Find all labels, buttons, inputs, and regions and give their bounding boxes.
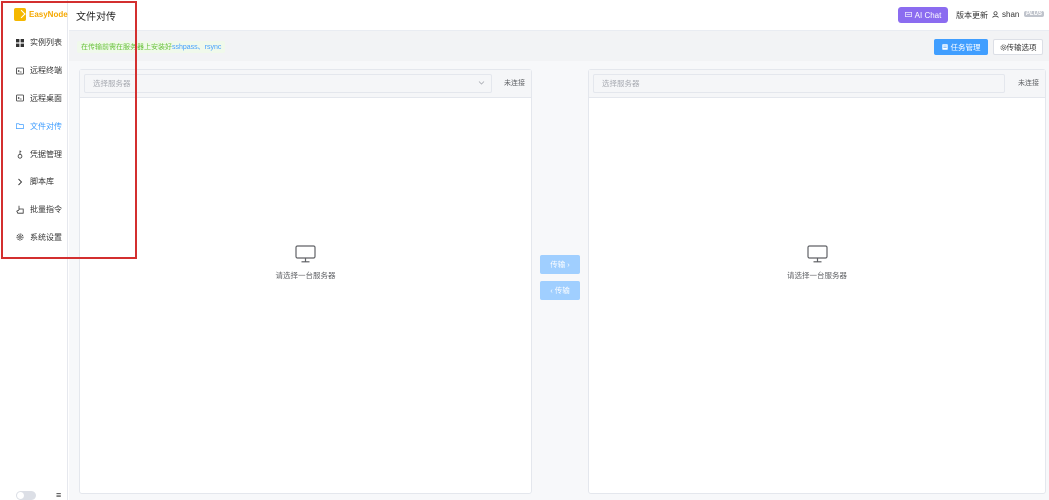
left-server-panel: 选择服务器 未连接 请选择一台服务器	[79, 69, 532, 494]
page-title: 文件对传	[76, 12, 116, 23]
logo-icon	[14, 8, 26, 21]
user-icon	[992, 11, 999, 18]
plan-badge: PLUS	[1024, 11, 1045, 17]
sidebar-item-label: 系统设置	[30, 232, 62, 242]
main-content: 在传输前需在服务器上安装好 sshpass、rsync 任务管理 传输选项 选择…	[69, 31, 1049, 500]
folder-icon	[16, 122, 24, 130]
right-server-panel: 选择服务器 未连接 请选择一台服务器	[588, 69, 1046, 494]
sidebar-item-file-transfer[interactable]: 文件对传	[0, 112, 68, 140]
empty-state: 请选择一台服务器	[80, 245, 531, 281]
monitor-icon	[295, 245, 316, 263]
chevron-right-icon	[16, 178, 24, 186]
notice-text: 在传输前需在服务器上安装好	[81, 44, 172, 51]
desktop-icon	[16, 94, 24, 102]
connection-status: 未连接	[504, 80, 525, 87]
sidebar-item-label: 远程桌面	[30, 93, 62, 103]
monitor-icon	[806, 245, 828, 263]
sidebar-item-scripts[interactable]: 脚本库	[0, 168, 68, 196]
key-icon	[16, 150, 24, 159]
transfer-left-button[interactable]: ‹ 传输	[540, 281, 580, 300]
user-menu[interactable]: shan	[992, 10, 1019, 19]
sidebar-item-terminal[interactable]: 远程终端	[0, 57, 68, 85]
panel-header: 选择服务器 未连接	[80, 70, 531, 98]
task-manager-label: 任务管理	[950, 42, 981, 52]
sidebar-item-label: 批量指令	[30, 205, 62, 215]
pointer-icon	[16, 205, 24, 214]
sidebar: EasyNode 实例列表 远程终端 远程桌面 文件对传 凭据管理 脚本库 批量…	[0, 0, 68, 500]
terminal-icon	[16, 67, 24, 75]
sidebar-menu: 实例列表 远程终端 远程桌面 文件对传 凭据管理 脚本库 批量指令 系统设置	[0, 29, 68, 251]
gear-icon	[1000, 44, 1006, 50]
transfer-options-button[interactable]: 传输选项	[993, 39, 1043, 55]
transfer-options-label: 传输选项	[1006, 42, 1037, 52]
sidebar-footer: ≡	[16, 490, 61, 500]
server-select-placeholder: 选择服务器	[93, 79, 131, 88]
theme-toggle[interactable]	[16, 490, 36, 500]
menu-fold-icon[interactable]: ≡	[56, 490, 61, 500]
empty-text: 请选择一台服务器	[787, 271, 847, 280]
sidebar-item-settings[interactable]: 系统设置	[0, 224, 68, 252]
toolbar: 在传输前需在服务器上安装好 sshpass、rsync 任务管理 传输选项	[69, 31, 1049, 61]
sidebar-item-label: 凭据管理	[30, 149, 62, 159]
connection-status: 未连接	[1018, 80, 1039, 87]
server-select-placeholder: 选择服务器	[602, 79, 640, 88]
empty-state: 请选择一台服务器	[589, 245, 1045, 281]
gear-icon	[16, 233, 24, 241]
app-logo[interactable]: EasyNode	[14, 8, 68, 21]
ai-chat-label: AI Chat	[914, 10, 942, 20]
ai-chat-button[interactable]: AI Chat	[898, 7, 948, 23]
server-select[interactable]: 选择服务器	[593, 74, 1005, 93]
empty-text: 请选择一台服务器	[275, 271, 336, 280]
chevron-down-icon	[478, 79, 485, 88]
version-update-link[interactable]: 版本更新	[956, 10, 988, 21]
grid-icon	[16, 38, 24, 47]
top-header: 文件对传 AI Chat 版本更新 shan PLUS	[69, 0, 1049, 31]
sidebar-item-label: 实例列表	[30, 38, 62, 48]
chat-icon	[904, 12, 912, 18]
app-name: EasyNode	[29, 10, 68, 19]
sidebar-item-remote-desktop[interactable]: 远程桌面	[0, 85, 68, 113]
sidebar-item-credentials[interactable]: 凭据管理	[0, 140, 68, 168]
task-manager-button[interactable]: 任务管理	[934, 39, 988, 55]
transfer-right-button[interactable]: 传输 ›	[540, 255, 580, 274]
sidebar-item-batch-command[interactable]: 批量指令	[0, 196, 68, 224]
sidebar-item-label: 远程终端	[30, 66, 62, 76]
sidebar-item-label: 脚本库	[30, 177, 54, 187]
sidebar-item-instances[interactable]: 实例列表	[0, 29, 68, 57]
sidebar-item-label: 文件对传	[30, 121, 62, 131]
server-select[interactable]: 选择服务器	[84, 74, 492, 93]
panel-header: 选择服务器 未连接	[589, 70, 1045, 98]
user-name: shan	[1002, 10, 1020, 19]
install-notice: 在传输前需在服务器上安装好 sshpass、rsync	[77, 41, 226, 53]
notice-highlight: sshpass、rsync	[172, 44, 222, 51]
list-icon	[941, 44, 948, 50]
